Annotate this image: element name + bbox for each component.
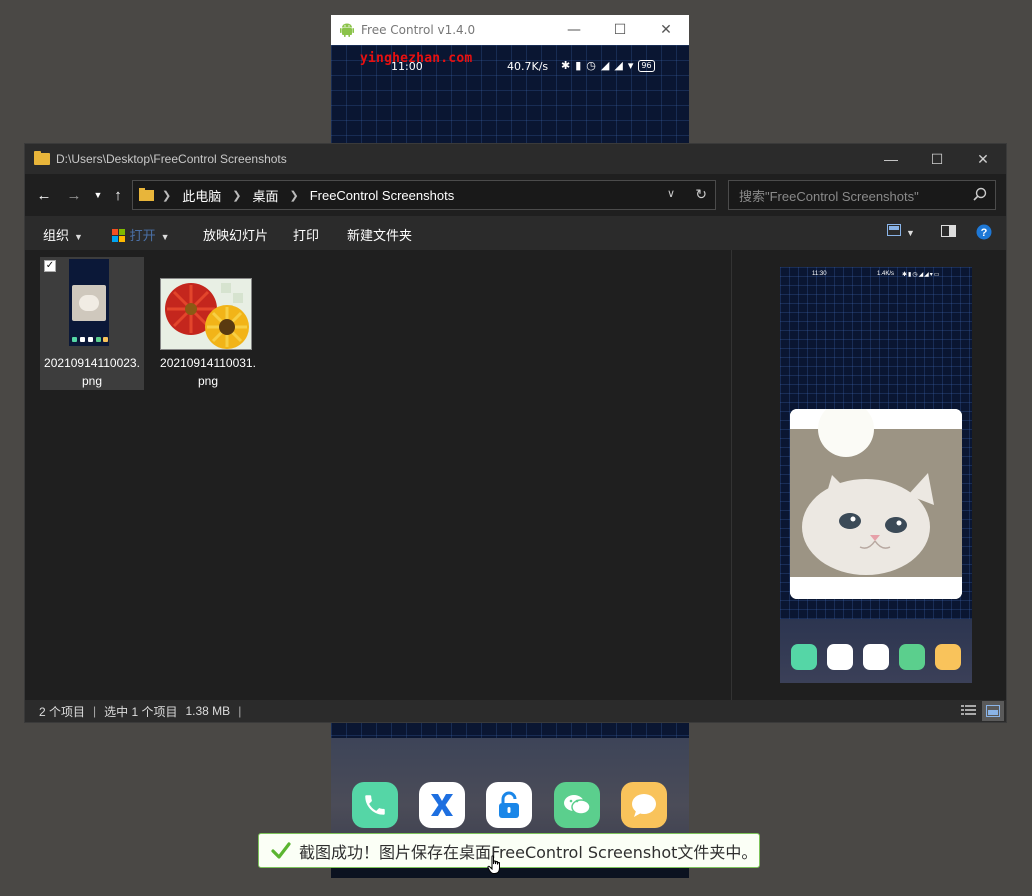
explorer-title: D:\Users\Desktop\FreeControl Screenshots (56, 152, 287, 166)
recent-chevron-icon[interactable]: ▼ (87, 184, 109, 206)
fc-titlebar[interactable]: Free Control v1.4.0 — ☐ ✕ (331, 15, 689, 45)
selection-count: 选中 1 个项目 (104, 704, 178, 719)
search-box[interactable]: 搜索"FreeControl Screenshots" (728, 180, 996, 210)
fc-maximize-button[interactable]: ☐ (597, 15, 643, 45)
refresh-icon[interactable]: ↻ (695, 186, 707, 203)
fc-minimize-button[interactable]: — (551, 15, 597, 45)
hand-cursor-icon (487, 855, 500, 874)
preview-image: 11:30 1.4K/s ✱▮◷◢◢▾▭ (780, 267, 972, 683)
file-name: 20210914110031.png (160, 356, 256, 388)
preview-status-icons: ✱▮◷◢◢▾▭ (902, 272, 941, 278)
fc-window-title: Free Control v1.4.0 (361, 23, 476, 37)
breadcrumb-desktop[interactable]: 桌面 (252, 186, 278, 205)
search-icon[interactable] (973, 187, 987, 201)
preview-wechat-icon (899, 644, 925, 670)
wechat-icon[interactable] (554, 782, 600, 828)
organize-label: 组织 (43, 228, 70, 243)
file-item[interactable]: 20210914110031.png (156, 257, 260, 390)
address-folder-icon (139, 187, 154, 201)
file-item[interactable]: ✓ 20210914110023.png (40, 257, 144, 390)
forward-arrow-icon[interactable]: → (63, 184, 85, 206)
up-arrow-icon[interactable]: ↑ (107, 184, 129, 206)
help-button[interactable]: ? (976, 224, 992, 243)
explorer-close-button[interactable]: ✕ (960, 144, 1006, 174)
address-bar[interactable]: ❯ 此电脑 ❯ 桌面 ❯ FreeControl Screenshots ∨ ↻ (132, 180, 716, 210)
alarm-icon: ◷ (586, 59, 596, 72)
preview-pane-icon (941, 225, 956, 237)
preview-status-bar: 11:30 1.4K/s ✱▮◷◢◢▾▭ (780, 271, 972, 281)
preview-pane-button[interactable] (941, 225, 956, 240)
status-time: 11:00 (391, 60, 423, 73)
breadcrumb-this-pc[interactable]: 此电脑 (182, 186, 221, 205)
status-speed: 40.7K/s (507, 60, 549, 73)
lock-icon[interactable] (486, 782, 532, 828)
details-view-button[interactable] (961, 704, 976, 719)
selection-size: 1.38 MB (185, 704, 231, 718)
navigation-bar: ← → ▼ ↑ ❯ 此电脑 ❯ 桌面 ❯ FreeControl Screens… (25, 174, 1006, 216)
view-icon (887, 224, 901, 236)
folder-icon (34, 151, 50, 165)
item-count: 2 个项目 (39, 704, 86, 719)
vibrate-icon: ▮ (575, 59, 582, 72)
preview-x-icon (827, 644, 853, 670)
open-label: 打开 (129, 228, 156, 243)
fc-close-button[interactable]: ✕ (643, 15, 689, 45)
explorer-titlebar[interactable]: D:\Users\Desktop\FreeControl Screenshots… (25, 144, 1006, 174)
chevron-down-icon: ▼ (906, 228, 915, 238)
file-list-area[interactable]: ✓ 20210914110023.png 20210914110031.png (25, 250, 731, 700)
preview-lock-icon (863, 644, 889, 670)
address-dropdown-icon[interactable]: ∨ (667, 187, 675, 200)
file-name: 20210914110023.png (44, 356, 140, 388)
screenshot-thumbnail (69, 259, 109, 346)
new-folder-button[interactable]: 新建文件夹 (347, 225, 412, 244)
print-button[interactable]: 打印 (293, 225, 319, 244)
flower-thumbnail (160, 278, 252, 350)
back-arrow-icon[interactable]: ← (33, 184, 55, 206)
large-icons-view-icon (986, 705, 1000, 717)
help-icon: ? (976, 224, 992, 240)
preview-status-time: 11:30 (812, 271, 827, 277)
wifi-icon: ▾ (627, 59, 634, 72)
toast-message: 截图成功！图片保存在桌面FreeControl Screenshot文件夹中。 (299, 842, 758, 862)
bluetooth-icon: ✱ (561, 59, 571, 72)
success-toast: 截图成功！图片保存在桌面FreeControl Screenshot文件夹中。 (258, 833, 760, 868)
phone-status-bar: 11:00 40.7K/s ✱ ▮ ◷ ◢ ◢ ▾ 96 (331, 55, 689, 75)
preview-cat-card (790, 409, 962, 599)
preview-message-icon (935, 644, 961, 670)
battery-icon: 96 (638, 59, 655, 72)
svg-text:?: ? (981, 227, 988, 239)
phone-icon[interactable] (352, 782, 398, 828)
photos-app-icon (112, 229, 125, 242)
x-app-icon[interactable] (419, 782, 465, 828)
view-options-button[interactable]: ▼ (887, 224, 915, 239)
large-icons-view-button[interactable] (982, 701, 1004, 721)
status-bar: 2 个项目 | 选中 1 个项目 1.38 MB | (25, 700, 1006, 722)
preview-status-speed: 1.4K/s (877, 271, 895, 277)
message-icon[interactable] (621, 782, 667, 828)
preview-dock (780, 619, 972, 683)
check-icon (271, 841, 291, 859)
explorer-maximize-button[interactable]: ☐ (914, 144, 960, 174)
android-icon (340, 23, 354, 37)
details-view-icon (961, 705, 976, 715)
explorer-minimize-button[interactable]: — (868, 144, 914, 174)
file-explorer-window: D:\Users\Desktop\FreeControl Screenshots… (24, 143, 1007, 723)
search-placeholder: 搜索"FreeControl Screenshots" (739, 188, 919, 204)
open-button[interactable]: 打开 ▼ (111, 225, 170, 244)
chevron-down-icon: ▼ (160, 232, 170, 242)
chevron-down-icon: ▼ (74, 232, 83, 242)
signal-icon: ◢ (600, 59, 610, 72)
slideshow-button[interactable]: 放映幻灯片 (203, 225, 268, 244)
status-icons: ✱ ▮ ◷ ◢ ◢ ▾ 96 (561, 59, 655, 72)
breadcrumb-folder[interactable]: FreeControl Screenshots (310, 188, 455, 203)
signal2-icon: ◢ (614, 59, 623, 72)
preview-phone-icon (791, 644, 817, 670)
command-bar: 组织 ▼ 打开 ▼ 放映幻灯片 打印 新建文件夹 ▼ ? (25, 216, 1006, 250)
organize-button[interactable]: 组织 ▼ (43, 225, 83, 244)
selection-checkbox[interactable]: ✓ (44, 260, 56, 272)
preview-pane: 11:30 1.4K/s ✱▮◷◢◢▾▭ (731, 250, 1006, 700)
